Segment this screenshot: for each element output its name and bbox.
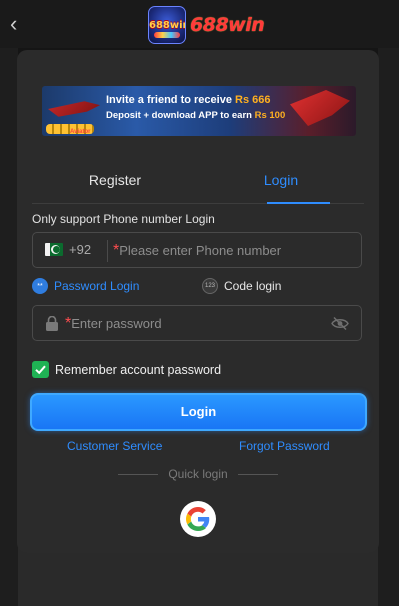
auth-tabs: Register Login [32,162,364,204]
plane-right-image [290,90,350,126]
brand-logo: 688win 688win [148,6,265,44]
flag-crescent [53,246,60,253]
code-login-option[interactable]: 123 Code login [202,278,281,294]
badge-text: 688win [149,20,186,31]
banner-tag: Aviator [70,129,91,135]
app-badge-icon: 688win [148,6,186,44]
password-placeholder-text: Enter password [71,316,162,331]
tab-login-label: Login [263,172,299,188]
password-placeholder: *Enter password [65,315,162,333]
banner-line-2-text: Deposit + download APP to earn [106,110,252,121]
banner-line-1: Invite a friend to receive Rs 666 [106,94,270,106]
banner-line-2-amount: Rs 100 [254,110,286,121]
phone-placeholder-text: Please enter Phone number [119,243,282,258]
background-right [378,48,399,606]
eye-off-icon[interactable] [331,316,349,331]
pakistan-flag-icon [45,243,63,256]
divider-line [237,474,278,476]
google-login-button[interactable] [180,501,216,537]
customer-service-link[interactable]: Customer Service [67,439,162,453]
tab-register[interactable]: Register [32,162,198,203]
banner-line-1-text: Invite a friend to receive [106,94,232,106]
quick-login-divider: Quick login [17,467,379,481]
remember-password-checkbox[interactable]: Remember account password [32,361,221,378]
phone-field[interactable]: +92 *Please enter Phone number [32,232,362,268]
chevron-left-icon[interactable]: ‹ [10,12,30,36]
field-divider [107,240,108,262]
remember-label: Remember account password [55,362,222,377]
banner-line-2: Deposit + download APP to earn Rs 100 [106,110,285,121]
code-mode-icon: 123 [202,278,218,294]
checkbox-checked-icon[interactable] [32,361,49,378]
lock-icon [46,316,58,331]
login-hint: Only support Phone number Login [32,212,215,226]
code-login-label: Code login [224,279,282,293]
top-bar: ‹ 688win 688win [0,0,399,48]
password-mode-icon: ** [32,278,48,294]
forgot-password-link[interactable]: Forgot Password [239,439,330,453]
quick-login-label: Quick login [168,467,228,481]
tab-login[interactable]: Login [198,162,364,204]
logo-text: 688win [190,14,265,36]
promo-banner[interactable]: Aviator Invite a friend to receive Rs 66… [42,86,356,136]
password-login-label: Password Login [54,279,140,293]
check-icon [35,365,46,375]
badge-decor [154,32,180,38]
google-icon [186,507,210,531]
tab-underline [267,202,330,204]
login-button[interactable]: Login [30,393,367,431]
phone-placeholder: *Please enter Phone number [113,242,281,260]
plane-left-image [48,101,100,117]
flag-stripe [45,243,50,256]
login-card: Aviator Invite a friend to receive Rs 66… [17,50,379,553]
password-field[interactable]: *Enter password [32,305,362,341]
divider-line [118,474,159,476]
banner-line-1-amount: Rs 666 [235,94,271,106]
country-code[interactable]: +92 [69,242,91,257]
background-left [0,48,18,606]
password-login-option[interactable]: ** Password Login [32,278,139,294]
